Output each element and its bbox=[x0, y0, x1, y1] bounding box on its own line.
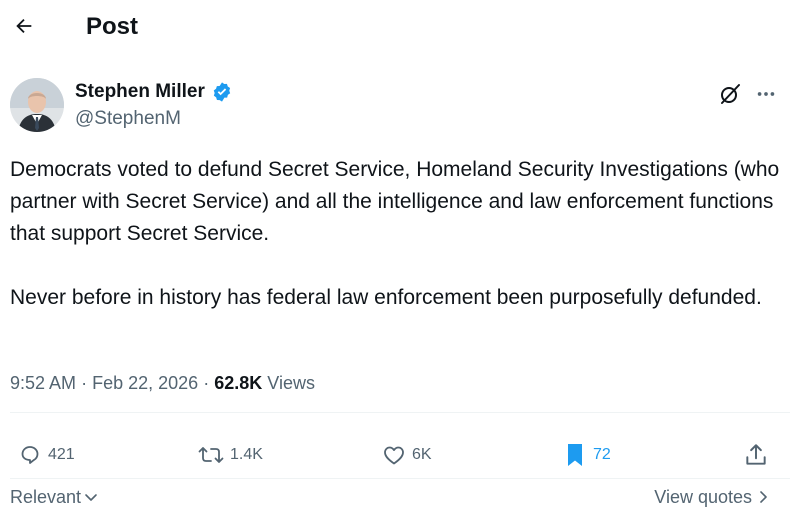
bookmark-button[interactable]: 72 bbox=[563, 438, 611, 472]
like-count: 6K bbox=[412, 446, 432, 463]
grok-button[interactable] bbox=[716, 80, 744, 108]
view-quotes-label: View quotes bbox=[654, 487, 752, 507]
share-button[interactable] bbox=[743, 438, 769, 472]
action-bar: 421 1.4K 6K 72 bbox=[0, 438, 800, 472]
divider bbox=[10, 412, 790, 413]
view-quotes-link[interactable]: View quotes bbox=[654, 484, 770, 510]
author-name-row[interactable]: Stephen Miller bbox=[75, 80, 233, 104]
bookmark-count: 72 bbox=[593, 446, 611, 463]
views-label: Views bbox=[267, 373, 315, 393]
post-meta: 9:52 AM · Feb 22, 2026 · 62.8K Views bbox=[10, 370, 315, 396]
reply-button[interactable]: 421 bbox=[18, 438, 75, 472]
chevron-right-icon bbox=[760, 491, 767, 503]
more-options-button[interactable] bbox=[752, 80, 780, 108]
meta-separator: · bbox=[81, 373, 88, 393]
repost-icon bbox=[198, 447, 224, 463]
chevron-down-icon bbox=[85, 494, 97, 501]
like-button[interactable]: 6K bbox=[382, 438, 432, 472]
reply-icon bbox=[21, 446, 39, 464]
bookmark-icon bbox=[568, 444, 582, 466]
sort-replies-dropdown[interactable]: Relevant bbox=[10, 484, 99, 510]
post-date[interactable]: Feb 22, 2026 bbox=[92, 373, 198, 393]
back-button[interactable] bbox=[10, 12, 38, 40]
more-horizontal-icon bbox=[757, 92, 775, 96]
avatar[interactable] bbox=[10, 78, 64, 132]
post-header: Post bbox=[0, 0, 800, 54]
post-time[interactable]: 9:52 AM bbox=[10, 373, 76, 393]
repost-count: 1.4K bbox=[230, 446, 263, 463]
author-handle[interactable]: @StephenM bbox=[75, 107, 181, 131]
verified-badge-icon bbox=[213, 82, 231, 102]
meta-separator: · bbox=[203, 373, 210, 393]
author-name[interactable]: Stephen Miller bbox=[75, 80, 205, 104]
reply-count: 421 bbox=[48, 446, 75, 463]
grok-icon bbox=[721, 84, 740, 104]
heart-icon bbox=[384, 446, 404, 465]
page-title: Post bbox=[86, 13, 139, 40]
avatar-image bbox=[10, 78, 64, 132]
repost-button[interactable]: 1.4K bbox=[198, 438, 263, 472]
views-count: 62.8K bbox=[214, 373, 263, 393]
arrow-left-icon bbox=[16, 18, 32, 34]
sort-label: Relevant bbox=[10, 487, 82, 507]
post-text: Democrats voted to defund Secret Service… bbox=[10, 158, 780, 309]
share-icon bbox=[746, 444, 766, 465]
divider bbox=[10, 478, 790, 479]
